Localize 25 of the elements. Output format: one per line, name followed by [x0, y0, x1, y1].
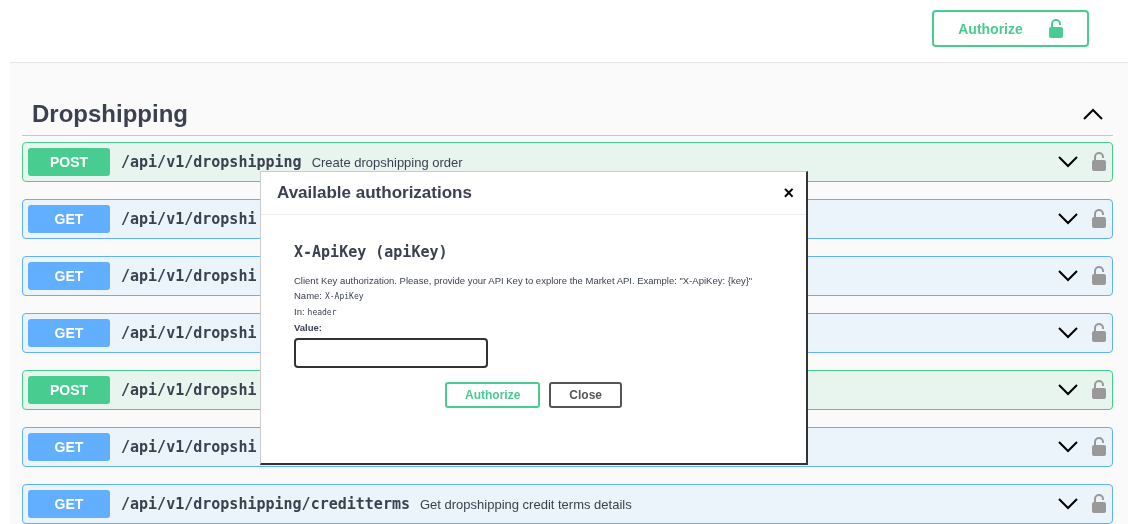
value-label: Value:: [294, 322, 323, 333]
endpoint-path: /api/v1/dropshi: [121, 381, 257, 399]
method-badge: POST: [28, 376, 110, 404]
endpoint-path: /api/v1/dropshipping: [121, 153, 302, 171]
in-value: header: [307, 308, 337, 317]
scheme-title: X-ApiKey (apiKey): [294, 243, 449, 261]
method-badge: GET: [28, 205, 110, 233]
endpoint-path: /api/v1/dropshipping/creditterms: [121, 495, 410, 513]
name-value: X-ApiKey: [325, 292, 364, 301]
section-title: Dropshipping: [32, 100, 188, 128]
method-badge: GET: [28, 433, 110, 461]
name-label: Name:: [294, 290, 322, 301]
method-badge: GET: [28, 490, 110, 518]
scheme-description: Client Key authorization. Please, provide your API Key to explore the Market API. Example: "X-ApiKey: {key}": [294, 275, 754, 287]
method-badge: GET: [28, 319, 110, 347]
endpoint-path: /api/v1/dropshi: [121, 267, 257, 285]
endpoint-path: /api/v1/dropshi: [121, 210, 257, 228]
endpoint-path: /api/v1/dropshi: [121, 324, 257, 342]
method-badge: POST: [28, 148, 110, 176]
in-label: In:: [294, 306, 305, 317]
dialog-title: Available authorizations: [277, 183, 472, 203]
operation-summary: Create dropshipping order: [311, 154, 463, 170]
method-badge: GET: [28, 262, 110, 290]
endpoint-path: /api/v1/dropshi: [121, 438, 257, 456]
operation-summary: Get dropshipping credit terms details: [420, 496, 632, 512]
